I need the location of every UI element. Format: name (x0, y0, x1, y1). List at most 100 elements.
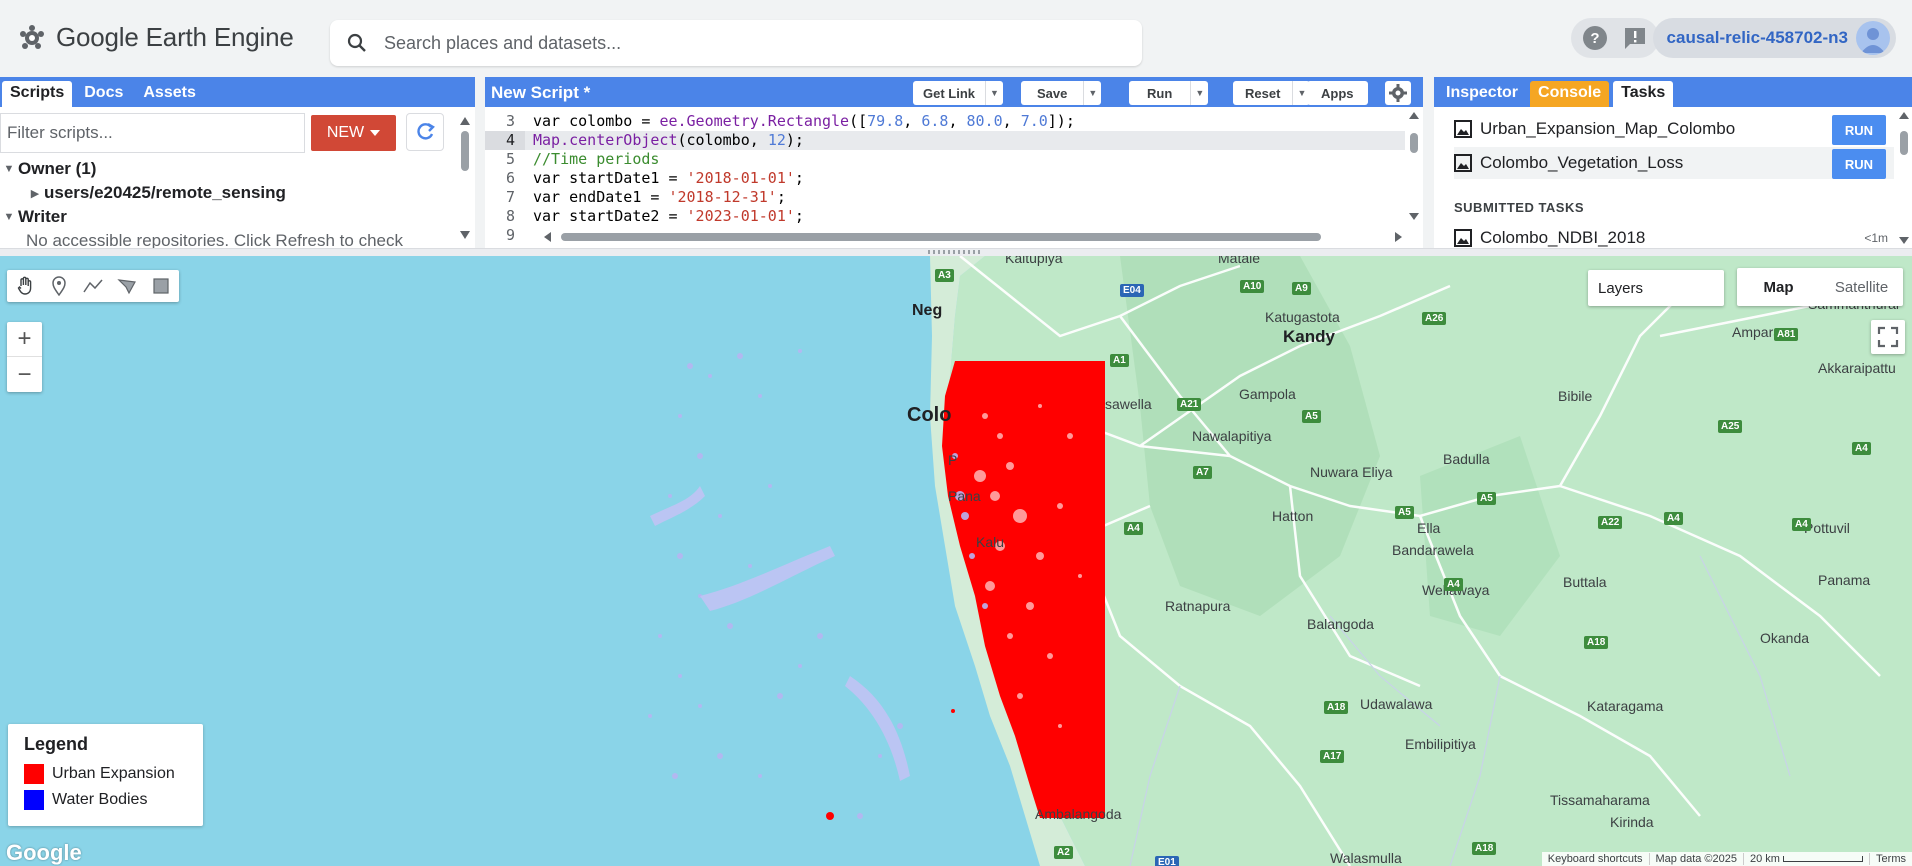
polygon-tool-icon[interactable] (113, 272, 141, 300)
map-legend: Legend Urban Expansion Water Bodies (8, 724, 203, 826)
code-token: '2023-01-01' (686, 207, 795, 225)
code-token: ([ (849, 112, 868, 130)
settings-button[interactable] (1385, 81, 1411, 105)
tab-assets[interactable]: Assets (135, 81, 203, 107)
tree-writer[interactable]: ▼ Writer (0, 205, 455, 229)
task-age: <1m (1864, 231, 1888, 245)
chevron-down-icon[interactable]: ▼ (1083, 81, 1101, 105)
tree-owner[interactable]: ▼ Owner (1) (0, 157, 455, 181)
map-canvas[interactable]: Kaltupiya Matale Katugastota Kandy Gampo… (0, 256, 1912, 866)
line-tool-icon[interactable] (79, 272, 107, 300)
place-label: Colo (907, 404, 952, 426)
code-token: var (533, 112, 561, 130)
feedback-icon[interactable] (1617, 20, 1653, 56)
task-run-button[interactable]: RUN (1832, 149, 1886, 179)
tree-writer-label: Writer (18, 207, 67, 226)
svg-text:?: ? (1590, 30, 1599, 47)
keyboard-shortcuts-link[interactable]: Keyboard shortcuts (1542, 853, 1649, 865)
earth-engine-logo-icon (20, 24, 44, 49)
map-basemap (648, 256, 1912, 866)
run-button[interactable]: Run ▼ (1129, 81, 1209, 105)
brand[interactable]: Google Earth Engine (18, 22, 294, 53)
image-icon (1454, 120, 1472, 138)
code-token: (colombo, (677, 131, 768, 149)
line-number: 5 (505, 150, 515, 168)
zoom-in-button[interactable]: + (7, 322, 42, 357)
tab-docs[interactable]: Docs (76, 81, 131, 107)
expanded-triangle-icon: ▼ (3, 211, 15, 223)
rectangle-tool-icon[interactable] (147, 272, 175, 300)
pan-hand-icon[interactable] (11, 272, 39, 300)
chevron-down-icon[interactable]: ▼ (1190, 81, 1208, 105)
layers-button[interactable]: Layers (1588, 270, 1724, 306)
new-button[interactable]: NEW (311, 115, 396, 151)
get-link-button[interactable]: Get Link ▼ (913, 81, 1004, 105)
place-label: P (948, 452, 958, 468)
place-label: Katugastota (1265, 309, 1340, 325)
search-input[interactable] (384, 32, 1104, 54)
search-box[interactable] (330, 20, 1142, 66)
map-data-attribution: Map data ©2025 (1648, 853, 1744, 865)
code-token: , (903, 112, 922, 130)
fullscreen-button[interactable] (1871, 320, 1905, 354)
search-icon (330, 33, 384, 53)
run-label: Run (1147, 85, 1173, 101)
map-type-satellite[interactable]: Satellite (1820, 268, 1903, 306)
map-footer: Keyboard shortcuts Map data ©2025 20 km … (1541, 852, 1912, 866)
help-feedback-group: ? (1570, 18, 1659, 58)
task-row: Colombo_Vegetation_Loss RUN (1454, 147, 1894, 179)
new-button-label: NEW (326, 124, 365, 141)
gee-window: Google Earth Engine ? causal-relic-45870… (0, 0, 1912, 866)
terms-link[interactable]: Terms (1869, 853, 1912, 865)
place-label: Kataragama (1587, 698, 1664, 714)
apps-button[interactable]: Apps (1307, 81, 1368, 105)
line-number: 8 (505, 207, 515, 225)
image-icon (1454, 229, 1472, 247)
place-label: Hatton (1272, 508, 1314, 524)
task-row: Urban_Expansion_Map_Colombo RUN (1454, 113, 1894, 145)
road-shield: A7 (1193, 466, 1212, 479)
code-area[interactable]: 3 var colombo = ee.Geometry.Rectangle([7… (485, 112, 1405, 244)
tab-console[interactable]: Console (1530, 81, 1610, 107)
road-shield: A22 (1598, 516, 1623, 529)
code-token: 80.0 (966, 112, 1003, 130)
task-run-button[interactable]: RUN (1832, 115, 1886, 145)
zoom-out-button[interactable]: − (7, 357, 42, 392)
avatar[interactable] (1856, 21, 1890, 55)
legend-label: Urban Expansion (52, 765, 175, 782)
place-label: Pana (948, 488, 981, 504)
code-token: var (533, 169, 561, 187)
editor-horizontal-scrollbar[interactable] (543, 231, 1403, 243)
filter-box[interactable] (0, 113, 305, 153)
tab-scripts[interactable]: Scripts (2, 81, 73, 107)
road-shield: A1 (1110, 354, 1129, 367)
project-selector[interactable]: causal-relic-458702-n3 (1652, 18, 1896, 58)
code-token: ee.Geometry.Rectangle (659, 112, 850, 130)
code-token: ; (776, 188, 786, 206)
road-shield: A5 (1395, 506, 1414, 519)
code-token: endDate1 = (560, 188, 669, 206)
editor-vertical-scrollbar[interactable] (1408, 111, 1420, 223)
scripts-scrollbar[interactable] (459, 111, 471, 245)
help-icon[interactable]: ? (1577, 20, 1613, 56)
marker-icon[interactable] (45, 272, 73, 300)
tab-tasks[interactable]: Tasks (1613, 81, 1674, 107)
map-type-map[interactable]: Map (1737, 268, 1820, 306)
tasks-scrollbar[interactable] (1898, 111, 1910, 245)
refresh-button[interactable] (406, 113, 444, 151)
tab-inspector[interactable]: Inspector (1438, 81, 1526, 107)
road-shield: E04 (1120, 284, 1144, 297)
code-token: ); (785, 131, 804, 149)
place-label: Kandy (1283, 327, 1335, 346)
app-title: Google Earth Engine (56, 22, 294, 52)
chevron-down-icon[interactable]: ▼ (985, 81, 1003, 105)
road-shield: A2 (1054, 846, 1073, 859)
line-number: 4 (485, 131, 525, 150)
save-button[interactable]: Save ▼ (1021, 81, 1102, 105)
filter-scripts-input[interactable] (1, 114, 291, 152)
tasks-panel: Inspector Console Tasks Urban_Expansion_… (1434, 77, 1912, 248)
code-token: startDate1 = (560, 169, 687, 187)
tree-repo[interactable]: ▶ users/e20425/remote_sensing (0, 181, 455, 205)
reset-button[interactable]: Reset ▼ (1233, 81, 1311, 105)
resize-handle[interactable] (928, 250, 982, 254)
